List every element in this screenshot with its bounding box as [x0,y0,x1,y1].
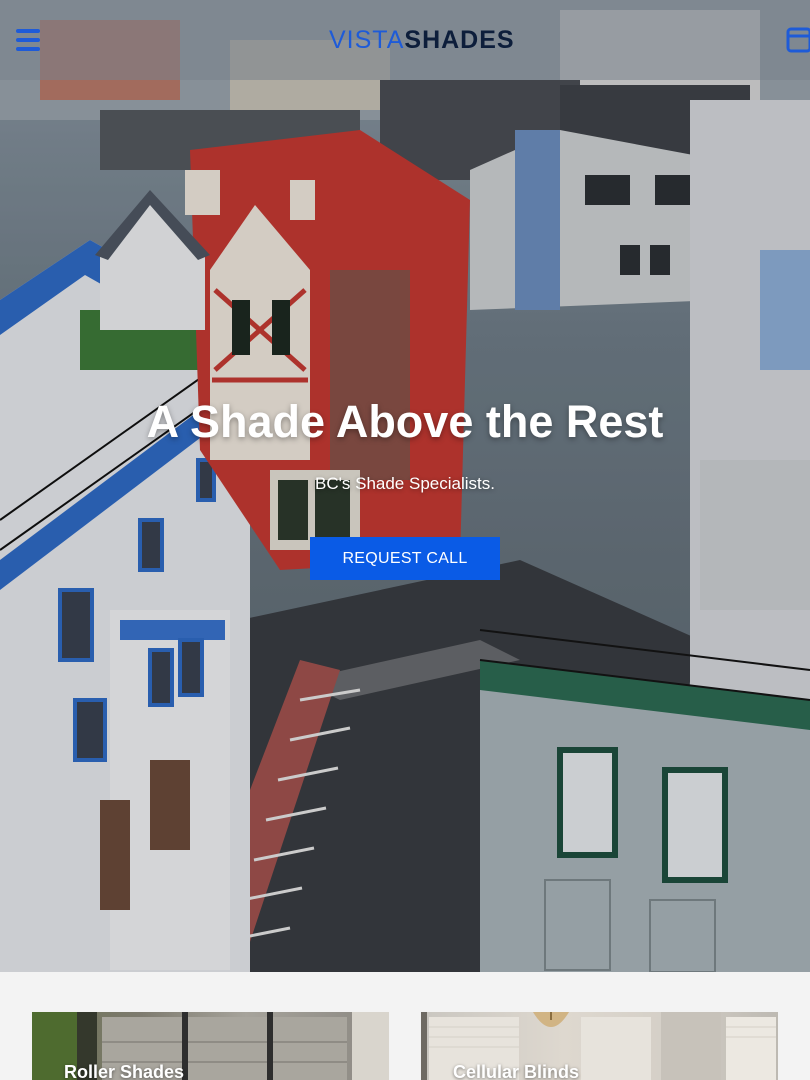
hero-subtitle: BC's Shade Specialists. [315,474,495,493]
roller-shades-label: Roller Shades [64,1062,185,1080]
hero-title: A Shade Above the Rest [146,396,664,447]
logo-shades-text: SHADES [404,26,515,54]
hero-section: VISTASHADES A Shade Above the Rest BC's … [0,0,810,972]
roller-shades-card[interactable]: Roller Shades [32,1012,389,1080]
cart-icon[interactable] [786,25,810,53]
cellular-blinds-card[interactable]: Cellular Blinds [421,1012,778,1080]
products-section: Roller Shades Cellular Blinds [0,972,810,1080]
logo-vista-text: VISTA [329,26,405,54]
hamburger-menu-icon[interactable] [16,29,40,51]
cellular-blinds-label: Cellular Blinds [453,1062,580,1080]
site-logo[interactable]: VISTASHADES [329,26,515,56]
request-call-button[interactable]: REQUEST CALL [310,537,500,580]
site-header: VISTASHADES [0,0,810,80]
